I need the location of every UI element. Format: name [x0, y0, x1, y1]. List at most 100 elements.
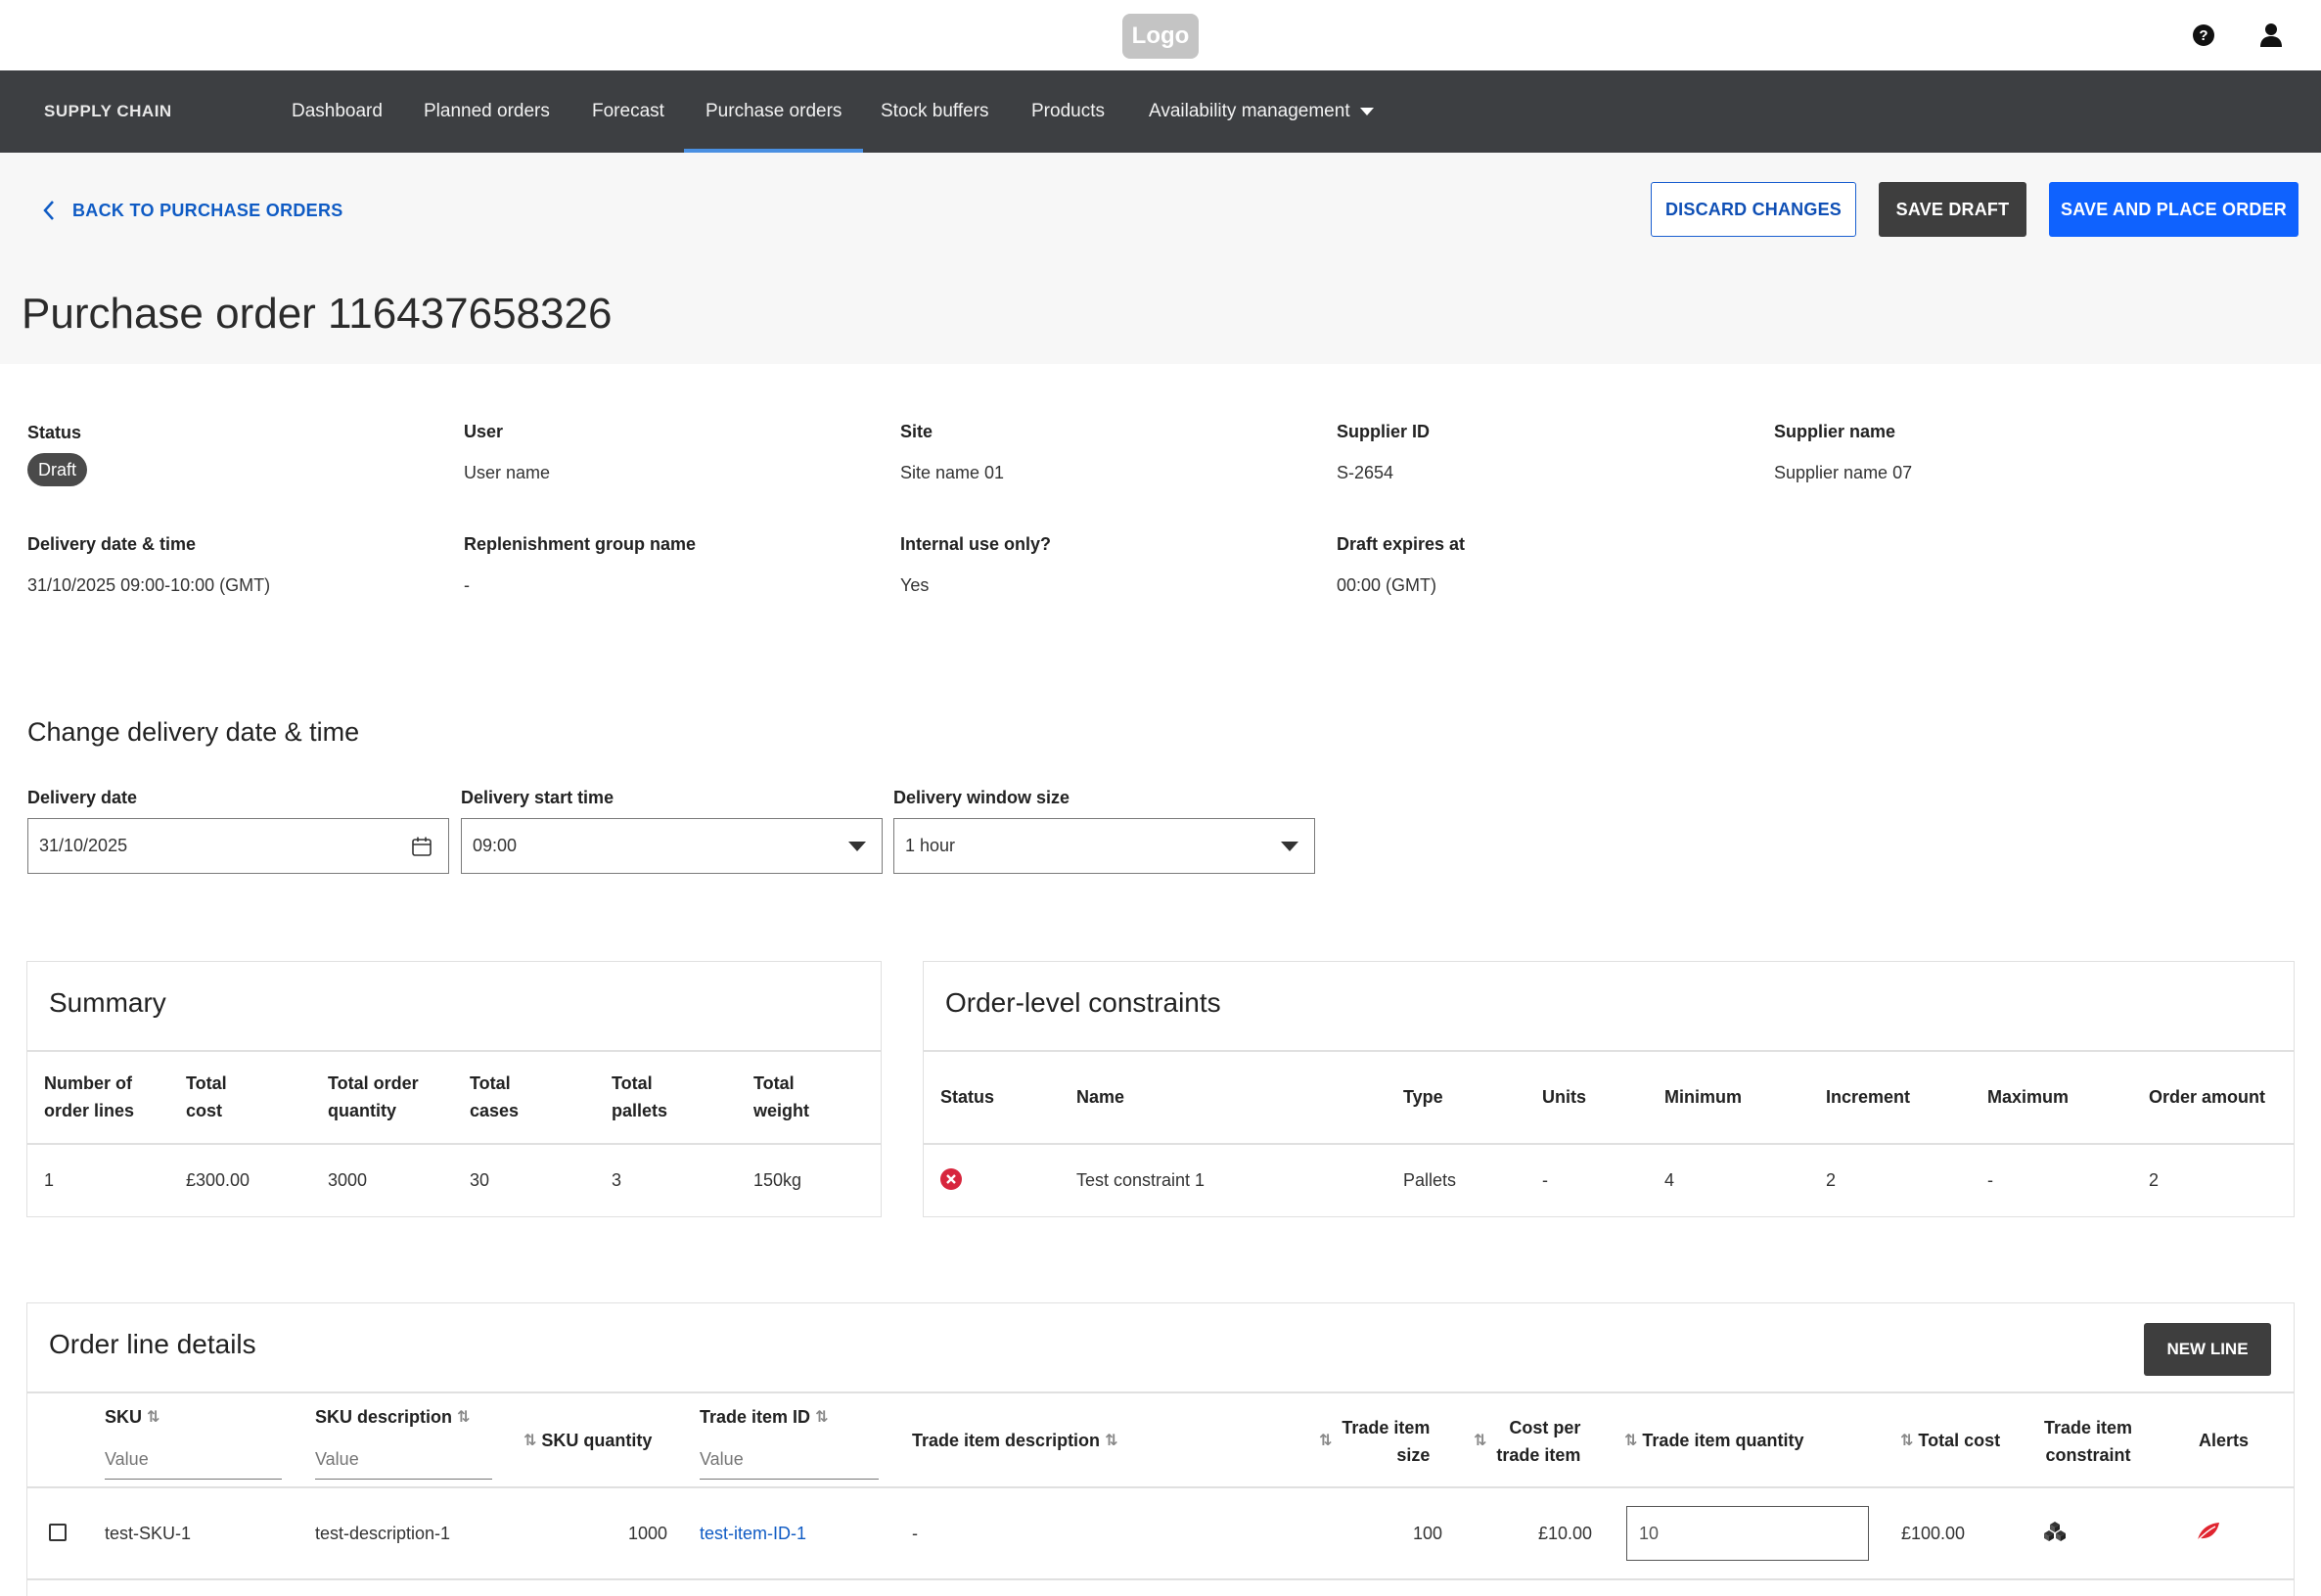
- chevron-down-icon: [1281, 841, 1298, 851]
- user-label: User: [464, 422, 504, 441]
- nav-item-availability-management[interactable]: Availability management: [1149, 70, 1374, 153]
- column-header-trade-item-quantity[interactable]: ⇅ Trade item quantity: [1624, 1427, 1803, 1455]
- internal-use-label: Internal use only?: [900, 534, 1052, 554]
- divider: [27, 1578, 2294, 1580]
- trade-item-quantity-input[interactable]: [1626, 1506, 1869, 1561]
- cell-total-cost: £100.00: [1901, 1524, 1966, 1543]
- delivery-window-size-value: 1 hour: [905, 836, 956, 855]
- nav-item-dashboard[interactable]: Dashboard: [292, 70, 383, 153]
- constraint-minimum: 4: [1664, 1170, 1675, 1190]
- delivery-window-size-label: Delivery window size: [893, 788, 1070, 807]
- delivery-start-time-value: 09:00: [473, 836, 518, 855]
- delivery-date-field[interactable]: 31/10/2025: [27, 818, 449, 874]
- cell-sku-quantity: 1000: [627, 1524, 667, 1543]
- constraint-increment: 2: [1826, 1170, 1837, 1190]
- back-link-label: BACK TO PURCHASE ORDERS: [72, 200, 343, 220]
- column-header-trade-item-id[interactable]: Trade item ID ⇅: [700, 1403, 828, 1432]
- nav-item-stock-buffers[interactable]: Stock buffers: [881, 70, 989, 153]
- column-header-cost-per-trade-item[interactable]: ⇅ Cost per trade item: [1474, 1414, 1580, 1469]
- constraints-title: Order-level constraints: [945, 987, 1221, 1018]
- supplier-name-label: Supplier name: [1774, 422, 1896, 441]
- new-line-button[interactable]: NEW LINE: [2144, 1323, 2271, 1376]
- summary-header: Number of order lines: [44, 1073, 135, 1120]
- divider: [924, 1143, 2294, 1145]
- trade-item-id-link[interactable]: test-item-ID-1: [700, 1524, 806, 1544]
- delivery-label: Delivery date & time: [27, 534, 197, 554]
- delivery-window-size-select[interactable]: 1 hour: [893, 818, 1315, 874]
- supplier-name-value: Supplier name 07: [1774, 463, 1913, 482]
- column-header-trade-item-size[interactable]: ⇅ Trade item size: [1319, 1414, 1430, 1469]
- constraint-units: -: [1542, 1170, 1548, 1190]
- nav-item-purchase-orders[interactable]: Purchase orders: [683, 70, 864, 153]
- delivery-value: 31/10/2025 09:00-10:00 (GMT): [27, 575, 271, 595]
- cell-trade-item-size: 100: [1412, 1524, 1442, 1543]
- divider: [27, 1143, 881, 1145]
- sort-icon: ⇅: [1624, 1433, 1638, 1450]
- column-header-trade-item-description[interactable]: Trade item description ⇅: [912, 1427, 1117, 1455]
- status-label: Status: [27, 423, 82, 442]
- divider: [924, 1050, 2294, 1052]
- divider: [27, 1391, 2294, 1393]
- back-to-purchase-orders-link[interactable]: BACK TO PURCHASE ORDERS: [43, 196, 343, 225]
- replenishment-value: -: [464, 575, 470, 595]
- nav-brand[interactable]: SUPPLY CHAIN: [44, 70, 172, 153]
- row-checkbox[interactable]: [49, 1524, 67, 1541]
- draft-expires-label: Draft expires at: [1337, 534, 1466, 554]
- replenishment-label: Replenishment group name: [464, 534, 697, 554]
- column-header-sku[interactable]: SKU ⇅: [105, 1403, 159, 1432]
- supplier-id-value: S-2654: [1337, 463, 1394, 482]
- delivery-date-label: Delivery date: [27, 788, 138, 807]
- help-icon[interactable]: ?: [2190, 22, 2217, 49]
- cell-sku: test-SKU-1: [105, 1524, 192, 1543]
- constraint-header-units: Units: [1542, 1087, 1586, 1107]
- discard-changes-button[interactable]: DISCARD CHANGES: [1651, 182, 1856, 237]
- site-label: Site: [900, 422, 933, 441]
- sort-icon: ⇅: [147, 1409, 160, 1427]
- column-header-sku-quantity[interactable]: ⇅ SKU quantity: [523, 1427, 652, 1455]
- svg-text:?: ?: [2199, 27, 2207, 44]
- summary-value: 1: [44, 1170, 55, 1190]
- chevron-down-icon: [848, 841, 866, 851]
- sort-icon: ⇅: [1105, 1433, 1118, 1450]
- delivery-start-time-select[interactable]: 09:00: [461, 818, 883, 874]
- summary-header: Total weight: [753, 1073, 809, 1120]
- constraint-header-increment: Increment: [1826, 1087, 1911, 1107]
- nav-item-forecast[interactable]: Forecast: [592, 70, 664, 153]
- sku-description-filter-input[interactable]: [315, 1440, 492, 1480]
- cell-trade-item-description: -: [912, 1524, 918, 1543]
- save-and-place-order-button[interactable]: SAVE AND PLACE ORDER: [2049, 182, 2298, 237]
- nav-item-planned-orders[interactable]: Planned orders: [424, 70, 550, 153]
- cell-cost-per-trade-item: £10.00: [1537, 1524, 1592, 1543]
- sort-icon: ⇅: [815, 1409, 829, 1427]
- summary-header: Total cases: [470, 1073, 520, 1120]
- summary-value: 150kg: [753, 1170, 802, 1190]
- user-value: User name: [464, 463, 551, 482]
- logo[interactable]: Logo: [1122, 14, 1199, 59]
- column-header-total-cost[interactable]: ⇅ Total cost: [1900, 1427, 2000, 1455]
- top-bar: Logo ?: [0, 0, 2321, 70]
- user-icon[interactable]: [2256, 21, 2286, 50]
- trade-item-id-filter-input[interactable]: [700, 1440, 879, 1480]
- constraint-order-amount: 2: [2149, 1170, 2160, 1190]
- constraint-header-minimum: Minimum: [1664, 1087, 1742, 1107]
- column-header-sku-description[interactable]: SKU description ⇅: [315, 1403, 470, 1432]
- sort-icon: ⇅: [1474, 1433, 1487, 1449]
- supplier-id-label: Supplier ID: [1337, 422, 1431, 441]
- leaf-icon[interactable]: [2196, 1521, 2221, 1542]
- draft-expires-value: 00:00 (GMT): [1337, 575, 1437, 595]
- sort-icon: ⇅: [1900, 1433, 1914, 1450]
- chevron-left-icon: [43, 201, 54, 220]
- boxes-icon[interactable]: [2043, 1520, 2067, 1543]
- nav-item-label: Availability management: [1149, 101, 1350, 121]
- save-draft-button[interactable]: SAVE DRAFT: [1879, 182, 2026, 237]
- delivery-start-time-label: Delivery start time: [461, 788, 614, 807]
- summary-card: Summary Number of order lines Total cost T…: [26, 961, 882, 1217]
- constraint-type: Pallets: [1403, 1170, 1457, 1190]
- summary-value: 30: [470, 1170, 490, 1190]
- nav-item-products[interactable]: Products: [1031, 70, 1105, 153]
- summary-header: Total pallets: [612, 1073, 668, 1120]
- calendar-icon[interactable]: [411, 836, 432, 857]
- status-badge: Draft: [27, 453, 88, 486]
- order-lines-title: Order line details: [49, 1329, 256, 1359]
- sku-filter-input[interactable]: [105, 1440, 282, 1480]
